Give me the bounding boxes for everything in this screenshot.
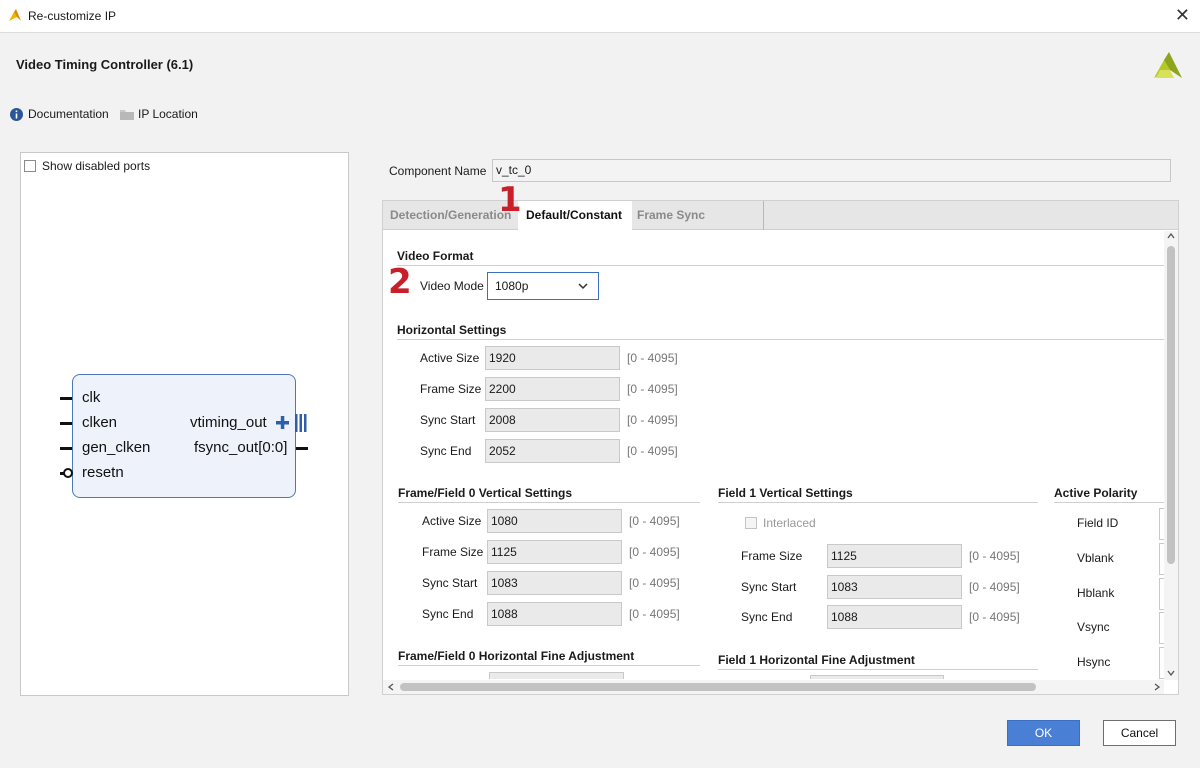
scroll-left-icon[interactable] xyxy=(388,683,394,691)
cancel-button[interactable]: Cancel xyxy=(1103,720,1176,746)
scroll-up-icon[interactable] xyxy=(1167,233,1175,239)
polarity-vblank-label: Vblank xyxy=(1077,551,1114,565)
app-logo-icon xyxy=(9,9,21,21)
window-title: Re-customize IP xyxy=(28,9,117,23)
polarity-field-id-label: Field ID xyxy=(1077,516,1119,530)
field1-fine-adjust-title: Field 1 Horizontal Fine Adjustment xyxy=(718,653,915,667)
separator xyxy=(718,669,1038,670)
show-disabled-ports-checkbox[interactable] xyxy=(24,160,36,172)
xilinx-logo-icon xyxy=(1154,52,1182,78)
separator xyxy=(718,502,1038,503)
v1-frame-size-range: [0 - 4095] xyxy=(969,549,1020,563)
show-disabled-ports-label: Show disabled ports xyxy=(42,159,151,173)
documentation-link[interactable]: Documentation xyxy=(28,107,109,121)
component-name-label: Component Name xyxy=(389,164,487,178)
fine1-partial-field[interactable] xyxy=(810,675,944,679)
interlaced-checkbox[interactable] xyxy=(745,517,757,529)
field0-fine-adjust-title: Frame/Field 0 Horizontal Fine Adjustment xyxy=(398,649,635,663)
v1-sync-end-label: Sync End xyxy=(741,610,793,624)
resetn-inverter-icon xyxy=(63,468,73,478)
h-active-size-field[interactable]: 1920 xyxy=(485,346,620,370)
horizontal-settings-title: Horizontal Settings xyxy=(397,323,507,337)
separator xyxy=(397,339,1164,340)
separator xyxy=(398,665,700,666)
separator xyxy=(1054,502,1164,503)
annotation-badge-2: 2 xyxy=(388,262,412,302)
video-format-title: Video Format xyxy=(397,249,474,263)
gen-clken-pin xyxy=(60,447,72,450)
active-polarity-title: Active Polarity xyxy=(1054,486,1138,500)
v0-sync-start-field[interactable]: 1083 xyxy=(487,571,622,595)
v0-frame-size-range: [0 - 4095] xyxy=(629,545,680,559)
field0-vertical-title: Frame/Field 0 Vertical Settings xyxy=(398,486,573,500)
v0-sync-end-field[interactable]: 1088 xyxy=(487,602,622,626)
v0-active-size-field[interactable]: 1080 xyxy=(487,509,622,533)
v1-sync-start-field[interactable]: 1083 xyxy=(827,575,962,599)
v0-sync-start-label: Sync Start xyxy=(422,576,478,590)
title-bar: Re-customize IP ✕ xyxy=(0,0,1200,33)
port-vtiming-out: vtiming_out xyxy=(190,414,267,431)
video-mode-value: 1080p xyxy=(495,279,529,293)
h-active-size-label: Active Size xyxy=(420,351,480,365)
horizontal-scroll-thumb[interactable] xyxy=(400,683,1036,691)
h-frame-size-label: Frame Size xyxy=(420,382,482,396)
v0-sync-end-range: [0 - 4095] xyxy=(629,607,680,621)
interface-expand-icon[interactable] xyxy=(275,413,309,433)
fine0-partial-field[interactable] xyxy=(489,672,624,679)
h-sync-end-range: [0 - 4095] xyxy=(627,444,678,458)
video-mode-label: Video Mode xyxy=(420,279,484,293)
separator xyxy=(398,502,700,503)
v1-sync-end-range: [0 - 4095] xyxy=(969,610,1020,624)
h-frame-size-field[interactable]: 2200 xyxy=(485,377,620,401)
v0-active-size-range: [0 - 4095] xyxy=(629,514,680,528)
polarity-hblank-label: Hblank xyxy=(1077,586,1115,600)
port-gen-clken: gen_clken xyxy=(82,439,151,456)
tab-frame-sync-position[interactable]: Frame Sync Position xyxy=(629,201,764,251)
clken-pin xyxy=(60,422,72,425)
chevron-down-icon xyxy=(578,283,588,290)
scroll-right-icon[interactable] xyxy=(1154,683,1160,691)
h-sync-start-field[interactable]: 2008 xyxy=(485,408,620,432)
separator xyxy=(397,265,1164,266)
clk-pin xyxy=(60,397,72,400)
ok-button[interactable]: OK xyxy=(1007,720,1080,746)
v0-frame-size-field[interactable]: 1125 xyxy=(487,540,622,564)
h-sync-end-label: Sync End xyxy=(420,444,472,458)
ip-title: Video Timing Controller (6.1) xyxy=(16,57,194,72)
h-sync-end-field[interactable]: 2052 xyxy=(485,439,620,463)
v1-frame-size-field[interactable]: 1125 xyxy=(827,544,962,568)
v1-sync-end-field[interactable]: 1088 xyxy=(827,605,962,629)
v1-frame-size-label: Frame Size xyxy=(741,549,803,563)
h-frame-size-range: [0 - 4095] xyxy=(627,382,678,396)
port-clken: clken xyxy=(82,414,118,431)
v0-sync-start-range: [0 - 4095] xyxy=(629,576,680,590)
scroll-down-icon[interactable] xyxy=(1167,670,1175,676)
tab-default-constant[interactable]: Default/Constant xyxy=(518,201,632,230)
port-resetn: resetn xyxy=(82,464,124,481)
folder-icon xyxy=(120,110,134,120)
polarity-hsync-label: Hsync xyxy=(1077,655,1111,669)
close-icon[interactable]: ✕ xyxy=(1175,6,1190,24)
field1-vertical-title: Field 1 Vertical Settings xyxy=(718,486,853,500)
h-sync-start-range: [0 - 4095] xyxy=(627,413,678,427)
component-name-input[interactable]: v_tc_0 xyxy=(492,159,1171,182)
interlaced-label: Interlaced xyxy=(763,516,816,530)
v0-frame-size-label: Frame Size xyxy=(422,545,484,559)
v0-sync-end-label: Sync End xyxy=(422,607,474,621)
vertical-scroll-thumb[interactable] xyxy=(1167,246,1175,564)
v1-sync-start-range: [0 - 4095] xyxy=(969,580,1020,594)
v1-sync-start-label: Sync Start xyxy=(741,580,797,594)
ip-location-link[interactable]: IP Location xyxy=(138,107,198,121)
fsync-out-pin xyxy=(296,447,308,450)
v0-active-size-label: Active Size xyxy=(422,514,482,528)
h-sync-start-label: Sync Start xyxy=(420,413,476,427)
h-active-size-range: [0 - 4095] xyxy=(627,351,678,365)
port-clk: clk xyxy=(82,389,101,406)
annotation-badge-1: 1 xyxy=(498,180,522,220)
info-icon xyxy=(10,108,23,121)
polarity-vsync-label: Vsync xyxy=(1077,620,1110,634)
port-fsync-out: fsync_out[0:0] xyxy=(194,439,288,456)
video-mode-select[interactable]: 1080p xyxy=(487,272,599,300)
